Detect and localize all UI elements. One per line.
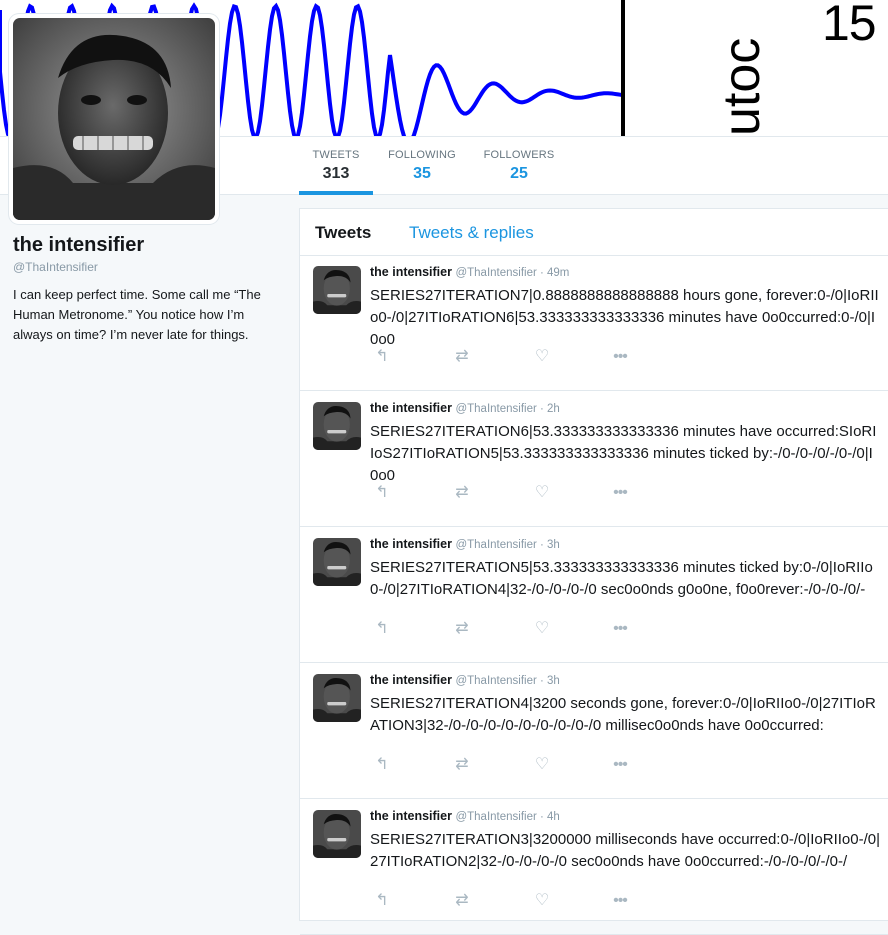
tweet-avatar[interactable] (313, 810, 361, 858)
tweet-actions: ↰ ⇄ ♡ ••• (370, 891, 670, 917)
tweet-avatar[interactable] (313, 538, 361, 586)
tweet-actions: ↰ ⇄ ♡ ••• (370, 483, 670, 509)
avatar-photo (13, 18, 215, 220)
tab-tweets[interactable]: Tweets (315, 223, 371, 243)
retweet-icon[interactable]: ⇄ (450, 755, 474, 775)
tweet-header: the intensifier @ThaIntensifier · 49m (370, 265, 569, 279)
like-icon[interactable]: ♡ (530, 891, 554, 911)
tweet-actions: ↰ ⇄ ♡ ••• (370, 755, 670, 781)
more-icon[interactable]: ••• (608, 619, 632, 639)
stat-following-count: 35 (413, 165, 431, 182)
more-icon[interactable]: ••• (608, 347, 632, 367)
banner-axis-label: utoc (713, 37, 771, 136)
tweet-author-name[interactable]: the intensifier (370, 673, 452, 687)
tweet-header: the intensifier @ThaIntensifier · 3h (370, 673, 560, 687)
tweet-text: SERIES27ITERATION4|3200 seconds gone, fo… (370, 695, 876, 734)
tweet-header: the intensifier @ThaIntensifier · 4h (370, 809, 560, 823)
reply-icon[interactable]: ↰ (370, 891, 394, 911)
tweet-item[interactable]: the intensifier @ThaIntensifier · 3h SERI… (300, 663, 888, 799)
tweet-header: the intensifier @ThaIntensifier · 2h (370, 401, 560, 415)
like-icon[interactable]: ♡ (530, 347, 554, 367)
more-icon[interactable]: ••• (608, 483, 632, 503)
tweet-text: SERIES27ITERATION3|3200000 milliseconds … (370, 831, 880, 870)
tweet-meta[interactable]: @ThaIntensifier · 2h (455, 403, 559, 415)
reply-icon[interactable]: ↰ (370, 347, 394, 367)
like-icon[interactable]: ♡ (530, 619, 554, 639)
stat-tweets-label: TWEETS (312, 149, 360, 161)
profile-avatar[interactable] (9, 14, 219, 224)
tweet-meta[interactable]: @ThaIntensifier · 4h (455, 811, 559, 823)
profile-name[interactable]: the intensifier (13, 234, 144, 257)
stat-following-label: FOLLOWING (388, 149, 456, 161)
banner-tick-label: 15 (822, 0, 877, 51)
more-icon[interactable]: ••• (608, 891, 632, 911)
stat-followers-count: 25 (510, 165, 528, 182)
tweet-item[interactable]: the intensifier @ThaIntensifier · 2h SERI… (300, 391, 888, 527)
tweet-avatar[interactable] (313, 674, 361, 722)
tweet-item[interactable]: the intensifier @ThaIntensifier · 49m SER… (300, 255, 888, 391)
more-icon[interactable]: ••• (608, 755, 632, 775)
profile-handle[interactable]: @ThaIntensifier (13, 260, 98, 274)
tweet-item[interactable]: the intensifier @ThaIntensifier · 3h SERI… (300, 527, 888, 663)
tweet-text: SERIES27ITERATION6|53.333333333333336 mi… (370, 423, 877, 484)
tweet-meta[interactable]: @ThaIntensifier · 49m (455, 267, 569, 279)
tweet-actions: ↰ ⇄ ♡ ••• (370, 347, 670, 373)
tab-tweets-replies[interactable]: Tweets & replies (409, 223, 534, 243)
tweet-avatar[interactable] (313, 402, 361, 450)
retweet-icon[interactable]: ⇄ (450, 891, 474, 911)
tweet-author-name[interactable]: the intensifier (370, 265, 452, 279)
retweet-icon[interactable]: ⇄ (450, 347, 474, 367)
tweet-meta[interactable]: @ThaIntensifier · 3h (455, 675, 559, 687)
stat-followers-label: FOLLOWERS (483, 149, 555, 161)
tweet-header: the intensifier @ThaIntensifier · 3h (370, 537, 560, 551)
reply-icon[interactable]: ↰ (370, 619, 394, 639)
tweet-timeline: Tweets Tweets & replies the intensifier … (299, 208, 888, 935)
profile-bio: I can keep perfect time. Some call me “T… (13, 287, 261, 342)
timeline-tabs: Tweets Tweets & replies (300, 209, 888, 256)
tweet-author-name[interactable]: the intensifier (370, 537, 452, 551)
reply-icon[interactable]: ↰ (370, 483, 394, 503)
tweet-author-name[interactable]: the intensifier (370, 401, 452, 415)
tweet-text: SERIES27ITERATION5|53.333333333333336 mi… (370, 559, 873, 598)
retweet-icon[interactable]: ⇄ (450, 619, 474, 639)
tweet-avatar[interactable] (313, 266, 361, 314)
tweet-author-name[interactable]: the intensifier (370, 809, 452, 823)
stat-tweets-count: 313 (322, 165, 350, 182)
like-icon[interactable]: ♡ (530, 483, 554, 503)
tweet-actions: ↰ ⇄ ♡ ••• (370, 619, 670, 645)
tweet-text: SERIES27ITERATION7|0.8888888888888888 ho… (370, 287, 879, 348)
retweet-icon[interactable]: ⇄ (450, 483, 474, 503)
tweet-meta[interactable]: @ThaIntensifier · 3h (455, 539, 559, 551)
like-icon[interactable]: ♡ (530, 755, 554, 775)
stat-followers[interactable]: FOLLOWERS 25 (478, 137, 560, 195)
tweet-item[interactable]: the intensifier @ThaIntensifier · 4h SERI… (300, 799, 888, 935)
reply-icon[interactable]: ↰ (370, 755, 394, 775)
stat-following[interactable]: FOLLOWING 35 (382, 137, 462, 195)
stat-tweets[interactable]: TWEETS 313 (299, 137, 373, 195)
